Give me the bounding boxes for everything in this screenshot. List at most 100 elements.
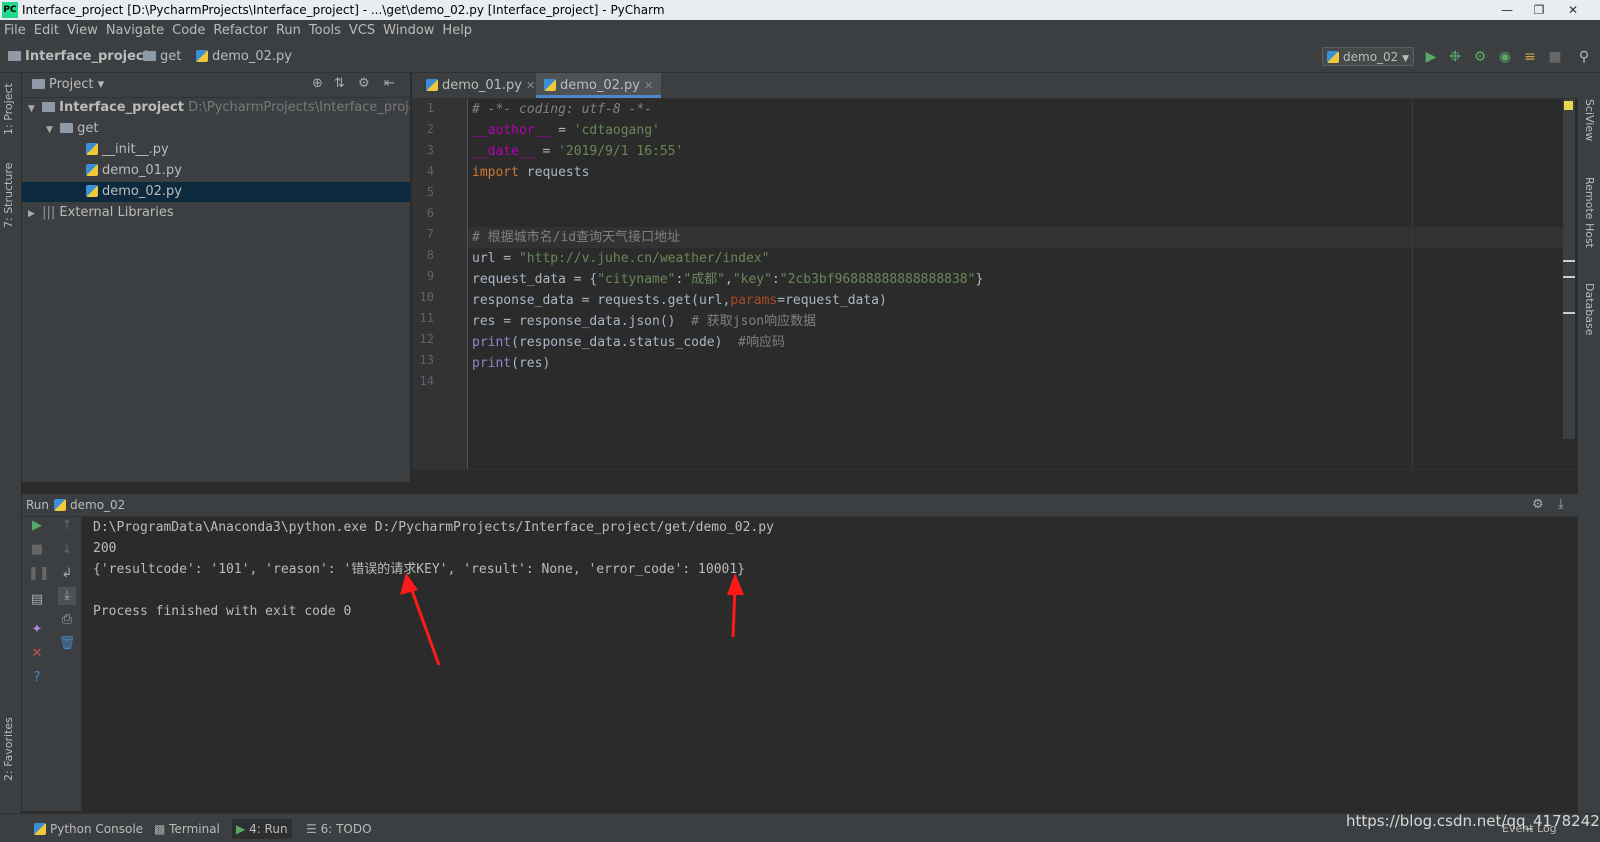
tool-tab-database[interactable]: Database <box>1583 283 1596 336</box>
run-panel-label: Run <box>26 498 50 512</box>
tree-item-init[interactable]: __init__.py <box>22 140 410 160</box>
restore-layout-icon[interactable]: ▤ <box>28 591 46 609</box>
todo-icon: ☰ <box>306 822 317 836</box>
pause-icon[interactable]: ❚❚ <box>28 565 50 583</box>
error-stripe-mark[interactable] <box>1563 260 1575 262</box>
menu-view[interactable]: View <box>63 20 102 42</box>
maximize-button[interactable]: ❐ <box>1524 0 1554 20</box>
search-icon[interactable]: ⚲ <box>1575 48 1593 66</box>
locate-icon[interactable]: ⊕ <box>312 76 323 91</box>
run-toolbar-secondary: ↑ ↓ ↲ ⤓ ⎙ 🗑 <box>52 517 82 811</box>
menu-navigate[interactable]: Navigate <box>102 20 168 42</box>
code-line-9: request_data = {"cityname":"成都","key":"2… <box>472 272 984 287</box>
python-file-icon <box>54 499 66 511</box>
pin-tab-icon[interactable]: ✦ <box>28 621 46 639</box>
tree-item-external-libraries[interactable]: ▶ ||| External Libraries <box>22 203 410 223</box>
error-stripe-mark[interactable] <box>1563 276 1575 278</box>
tool-tab-structure[interactable]: 7: Structure <box>2 163 15 228</box>
profile-icon[interactable]: ◉ <box>1496 48 1514 66</box>
tool-tab-terminal[interactable]: ▩ Terminal <box>150 819 224 839</box>
scroll-to-end-icon[interactable]: ⤓ <box>58 587 76 605</box>
stop-icon[interactable]: ■ <box>1546 48 1564 66</box>
red-arrow-annotation <box>400 573 441 666</box>
code-line-10: response_data = requests.get(url,params=… <box>472 293 887 308</box>
menu-vcs[interactable]: VCS <box>345 20 379 42</box>
python-file-icon <box>426 79 438 91</box>
folder-icon <box>60 123 74 133</box>
down-arrow-icon[interactable]: ↓ <box>58 541 76 559</box>
tree-item-demo-02[interactable]: demo_02.py <box>22 182 410 202</box>
navigation-bar: Interface_project get demo_02.py demo_02… <box>0 42 1600 73</box>
python-file-icon <box>196 50 208 62</box>
menu-code[interactable]: Code <box>168 20 209 42</box>
hide-panel-icon[interactable]: ⇤ <box>384 76 395 91</box>
up-arrow-icon[interactable]: ↑ <box>58 517 76 535</box>
gear-icon[interactable]: ⚙ <box>1532 497 1544 512</box>
code-line-3: __date__ = '2019/9/1 16:55' <box>472 144 684 159</box>
editor-scrollbar[interactable] <box>1563 99 1575 439</box>
code-line-13: print(res) <box>472 356 551 371</box>
menu-tools[interactable]: Tools <box>305 20 345 42</box>
expand-arrow-icon[interactable]: ▶ <box>28 204 38 224</box>
menu-run[interactable]: Run <box>272 20 305 42</box>
trash-icon[interactable]: 🗑 <box>58 635 76 653</box>
right-margin-guide <box>1412 99 1413 469</box>
menu-file[interactable]: File <box>0 20 30 42</box>
tool-tab-project[interactable]: 1: Project <box>2 83 15 135</box>
code-line-8: url = "http://v.juhe.cn/weather/index" <box>472 251 770 266</box>
python-file-icon <box>544 79 556 91</box>
stop-icon[interactable]: ■ <box>28 541 46 559</box>
run-configuration-select[interactable]: demo_02 ▼ <box>1322 47 1414 66</box>
line-number: 2 <box>426 122 434 136</box>
tool-tab-todo[interactable]: ☰ 6: TODO <box>302 819 376 839</box>
close-tab-icon[interactable]: ✕ <box>644 79 653 92</box>
breadcrumb-project[interactable]: Interface_project <box>8 49 150 64</box>
collapse-icon[interactable]: ⇅ <box>334 76 345 91</box>
code-editor[interactable]: # -*- coding: utf-8 -*- __author__ = 'cd… <box>468 99 1574 469</box>
tab-demo-01[interactable]: demo_01.py ✕ <box>418 73 543 98</box>
run-icon[interactable]: ▶ <box>1422 48 1440 66</box>
menu-edit[interactable]: Edit <box>30 20 63 42</box>
annotation-overlay <box>400 573 744 666</box>
tool-tab-sciview[interactable]: SciView <box>1583 99 1596 141</box>
tool-tab-favorites[interactable]: 2: Favorites <box>2 717 15 781</box>
run-tab-demo-02[interactable]: demo_02 <box>54 498 125 512</box>
expand-arrow-icon[interactable]: ▼ <box>28 99 38 119</box>
line-number: 14 <box>419 374 434 388</box>
tree-item-demo-01[interactable]: demo_01.py <box>22 161 410 181</box>
menu-window[interactable]: Window <box>379 20 438 42</box>
project-view-select[interactable]: Project ▾ <box>32 77 104 92</box>
title-bar: PC Interface_project [D:\PycharmProjects… <box>0 0 1600 20</box>
tab-demo-02[interactable]: demo_02.py ✕ <box>536 73 662 98</box>
menu-refactor[interactable]: Refactor <box>209 20 272 42</box>
print-icon[interactable]: ⎙ <box>58 611 76 629</box>
minimize-button[interactable]: — <box>1492 0 1522 20</box>
gear-icon[interactable]: ⚙ <box>358 76 370 91</box>
python-console-icon <box>34 823 46 835</box>
tree-item-get[interactable]: ▼ get <box>22 119 410 139</box>
close-window-button[interactable]: ✕ <box>1558 0 1588 20</box>
tool-tab-remote-host[interactable]: Remote Host <box>1583 177 1596 248</box>
python-file-icon <box>86 185 98 197</box>
run-console[interactable]: D:\ProgramData\Anaconda3\python.exe D:/P… <box>82 517 1578 811</box>
error-stripe-mark[interactable] <box>1563 312 1575 314</box>
hide-panel-icon[interactable]: ⤓ <box>1558 497 1564 512</box>
coverage-icon[interactable]: ⚙ <box>1471 48 1489 66</box>
breadcrumb-get[interactable]: get <box>143 49 181 64</box>
inspection-status-icon[interactable] <box>1564 101 1573 110</box>
debug-icon[interactable]: ❉ <box>1446 48 1464 66</box>
concurrency-icon[interactable]: ≡ <box>1521 48 1539 66</box>
menu-help[interactable]: Help <box>438 20 476 42</box>
tool-tab-python-console[interactable]: Python Console <box>30 819 147 839</box>
breadcrumb-file[interactable]: demo_02.py <box>196 49 292 64</box>
help-icon[interactable]: ? <box>28 669 46 687</box>
expand-arrow-icon[interactable]: ▼ <box>46 120 56 140</box>
python-file-icon <box>1327 51 1339 63</box>
close-tab-icon[interactable]: ✕ <box>526 79 535 92</box>
close-icon[interactable]: ✕ <box>28 645 46 663</box>
soft-wrap-icon[interactable]: ↲ <box>58 565 76 583</box>
rerun-icon[interactable]: ▶ <box>28 517 46 535</box>
tool-tab-run[interactable]: ▶ 4: Run <box>232 819 292 839</box>
line-number: 9 <box>426 269 434 283</box>
tree-item-project-root[interactable]: ▼ Interface_project D:\PycharmProjects\I… <box>22 98 429 119</box>
